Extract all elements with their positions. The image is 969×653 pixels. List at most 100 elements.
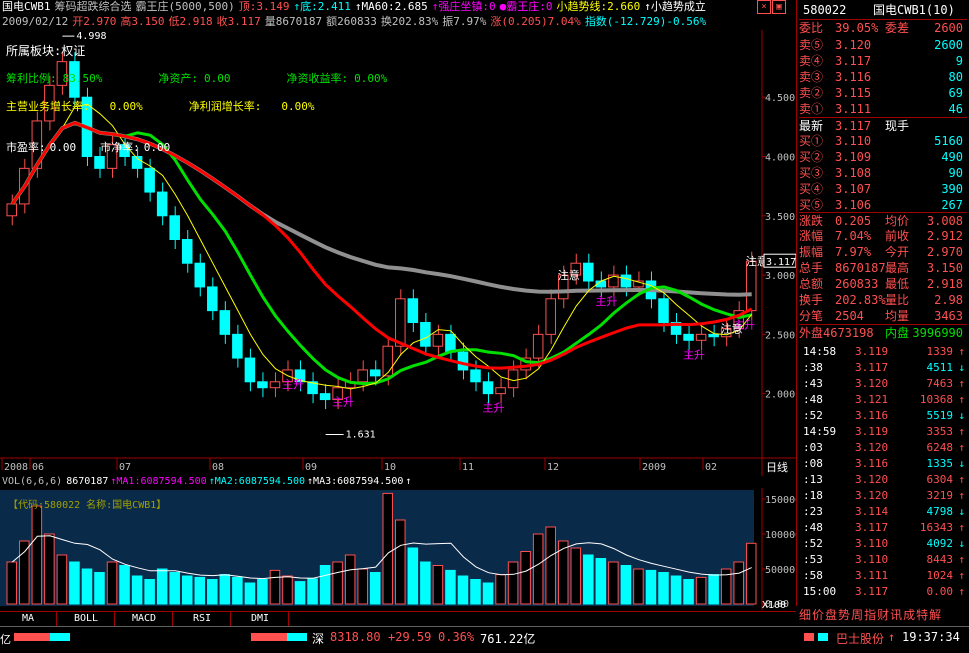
valuation-label: 市净率: <box>100 141 140 154</box>
window-close-icon[interactable]: × <box>757 0 771 14</box>
stat-label: 振幅 <box>799 245 824 259</box>
volume-bar <box>244 582 256 605</box>
volume-bar <box>119 565 130 605</box>
tick-row: :48 3.121 10368 ↑ <box>799 392 967 408</box>
candle-body <box>244 357 256 383</box>
volume-bar <box>608 561 619 605</box>
stat-label: 前收 <box>885 229 910 243</box>
ratio-value: 0.00 <box>204 72 231 85</box>
asks-volume: 46 <box>948 102 963 116</box>
header-item-1: 筹码超跌综合选 <box>54 0 132 13</box>
asks-row[interactable]: 卖② 3.115 69 <box>799 85 967 101</box>
quote-tab[interactable]: 财 <box>877 608 889 622</box>
header-item-4: ↑底:2.411 <box>293 0 351 13</box>
tick-volume: 10368 <box>919 393 953 406</box>
tick-price: 3.120 <box>855 441 889 454</box>
stat-label: 涨跌 <box>799 214 824 228</box>
window-restore-icon[interactable]: ▣ <box>772 0 786 14</box>
outer-label: 外盘 <box>799 326 824 340</box>
bids-price: 3.109 <box>835 150 872 164</box>
candle-body <box>169 215 180 241</box>
volume-bar <box>395 519 406 605</box>
bids-row[interactable]: 买④ 3.107 390 <box>799 181 967 197</box>
tab-dmi[interactable]: DMI <box>232 612 289 626</box>
volume-bar <box>207 579 218 605</box>
stat-label: 总额 <box>799 277 824 291</box>
bids-price: 3.108 <box>835 166 872 180</box>
quote-tab[interactable]: 特 <box>916 608 928 622</box>
quote-tab[interactable]: 周 <box>851 608 863 622</box>
quote-tab[interactable]: 细 <box>799 608 811 622</box>
arrow-up-icon: ↑ <box>958 473 965 486</box>
inner-value: 3996990 <box>912 326 963 340</box>
arrow-up-icon: ↑ <box>958 393 965 406</box>
quote-tab[interactable]: 盘 <box>825 608 837 622</box>
candle-body <box>319 393 331 401</box>
tick-row: :08 3.116 1335 ↓ <box>799 456 967 472</box>
tick-row: 14:59 3.119 3353 ↑ <box>799 424 967 440</box>
bids-volume: 390 <box>941 182 963 196</box>
stat-label: 均价 <box>885 214 910 228</box>
down-bar <box>50 633 70 641</box>
tab-ma[interactable]: MA <box>0 612 57 626</box>
stat-label: 今开 <box>885 245 910 259</box>
candlestick-chart[interactable]: 4.500 4.000 3.500 3.000 2.500 2.000 2008 06 07 08… <box>0 30 796 476</box>
scroll-stock-name[interactable]: 巴士股份 <box>836 630 884 647</box>
volume-bar <box>470 579 481 605</box>
candle-body <box>745 260 757 312</box>
bids-label: 买⑤ <box>799 198 824 212</box>
tab-macd[interactable]: MACD <box>116 612 173 626</box>
header-item-8: 小趋势线:2.660 <box>556 0 641 13</box>
x-tick-label: 2009 <box>642 462 666 473</box>
stat-label: 最低 <box>885 277 910 291</box>
index-pct: 0.36% <box>438 630 475 644</box>
bids-row[interactable]: 买① 3.110 5160 <box>799 133 967 149</box>
tab-rsi[interactable]: RSI <box>174 612 231 626</box>
volume-bar <box>44 533 55 605</box>
asks-row[interactable]: 卖⑤ 3.120 2600 <box>799 37 967 53</box>
stat-value: 7.97% <box>835 245 872 259</box>
high-marker: 4.998 <box>76 31 106 42</box>
quote-tab[interactable]: 势 <box>838 608 850 622</box>
quote-tab[interactable]: 指 <box>864 608 876 622</box>
header-item-0: 国电CWB1 <box>2 0 51 13</box>
asks-row[interactable]: 卖③ 3.116 80 <box>799 69 967 85</box>
volume-bar <box>683 579 694 605</box>
quote-tab[interactable]: 解 <box>929 608 941 622</box>
stat-value: 260833 <box>835 277 879 291</box>
candle-body <box>583 262 594 282</box>
volume-bar <box>282 575 293 605</box>
volume-y-tick-label: 100000 <box>765 530 796 541</box>
bids-row[interactable]: 买③ 3.108 90 <box>799 165 967 181</box>
volume-bar <box>369 572 381 605</box>
asks-row[interactable]: 卖④ 3.117 9 <box>799 53 967 69</box>
volume-bar <box>545 526 556 605</box>
tick-row: :58 3.111 1024 ↑ <box>799 568 967 584</box>
header-item-5: ↑MA60:2.685 <box>354 0 428 13</box>
asks-row[interactable]: 卖① 3.111 46 <box>799 101 967 117</box>
x-tick-label: 07 <box>119 462 131 473</box>
volume-bar <box>520 551 531 605</box>
candle-body <box>457 351 469 371</box>
quote-tab[interactable]: 讯 <box>890 608 902 622</box>
stat-value: 3.008 <box>926 214 963 228</box>
tick-row: 15:00 3.117 0.00 ↑ <box>799 584 967 600</box>
tab-boll[interactable]: BOLL <box>58 612 115 626</box>
y-tick-label: 4.500 <box>765 93 795 104</box>
volume-bar <box>457 575 469 605</box>
bids-row[interactable]: 买② 3.109 490 <box>799 149 967 165</box>
ratio-label: 净资收益率: <box>286 72 349 85</box>
candle-body <box>683 333 694 341</box>
ratio-row: 筹利比例: 83.50% 净资产: 0.00 净资收益率: 0.00% <box>6 70 443 86</box>
x-tick-label: 08 <box>212 462 224 473</box>
tick-time: :38 <box>803 361 823 374</box>
tick-price: 3.111 <box>855 569 889 582</box>
quote-tab[interactable]: 价 <box>812 608 824 622</box>
growth-label: 净利润增长率: <box>188 100 262 113</box>
quote-tab[interactable]: 成 <box>903 608 915 622</box>
growth-value: 0.00% <box>109 100 143 113</box>
bids-row[interactable]: 买⑤ 3.106 267 <box>799 197 967 213</box>
volume-bar <box>219 574 231 605</box>
stock-analysis-window: 国电CWB1 筹码超跌综合选 霸王庄(5000,500) 顶:3.149 ↑底:2.41… <box>0 0 969 653</box>
stat-label: 总手 <box>799 261 824 275</box>
